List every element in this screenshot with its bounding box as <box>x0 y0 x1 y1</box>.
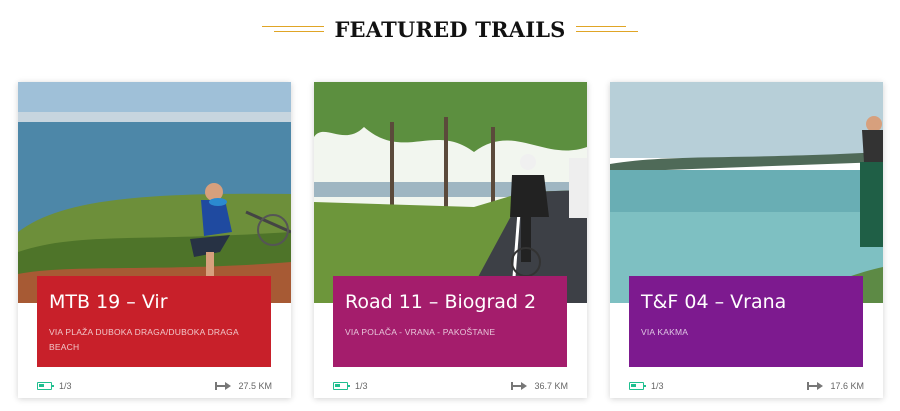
distance-arrow-icon <box>511 382 528 390</box>
trail-subtitle-1: VIA PLAŽA DUBOKA DRAGA/DUBOKA DRAGA BEAC… <box>49 327 239 352</box>
trail-photo-3[interactable] <box>610 82 883 303</box>
trail-title-2[interactable]: Road 11 – Biograd 2 <box>345 291 555 313</box>
distance-value: 17.6 KM <box>830 381 864 391</box>
trail-meta-2: 1/3 36.7 KM <box>333 378 568 394</box>
trail-title-1[interactable]: MTB 19 – Vir <box>49 291 259 313</box>
trail-meta-1: 1/3 27.5 KM <box>37 378 272 394</box>
battery-icon <box>37 382 54 390</box>
difficulty-value: 1/3 <box>651 381 664 391</box>
trail-title-3[interactable]: T&F 04 – Vrana <box>641 291 851 313</box>
trail-card-1[interactable]: MTB 19 – Vir VIA PLAŽA DUBOKA DRAGA/DUBO… <box>18 82 291 398</box>
trail-info-box-2: Road 11 – Biograd 2 VIA POLAČA - VRANA -… <box>333 276 567 367</box>
trail-info-box-1: MTB 19 – Vir VIA PLAŽA DUBOKA DRAGA/DUBO… <box>37 276 271 367</box>
section-heading: FEATURED TRAILS <box>0 14 900 44</box>
distance-value: 27.5 KM <box>238 381 272 391</box>
trail-photo-1[interactable] <box>18 82 291 303</box>
difficulty-value: 1/3 <box>355 381 368 391</box>
distance-arrow-icon <box>215 382 232 390</box>
difficulty-value: 1/3 <box>59 381 72 391</box>
section-title: FEATURED TRAILS <box>334 16 566 42</box>
trail-card-2[interactable]: Road 11 – Biograd 2 VIA POLAČA - VRANA -… <box>314 82 587 398</box>
trail-card-3[interactable]: T&F 04 – Vrana VIA KAKMA 1/3 17.6 KM <box>610 82 883 398</box>
heading-right-decoration <box>575 25 638 33</box>
battery-icon <box>629 382 646 390</box>
trail-info-box-3: T&F 04 – Vrana VIA KAKMA <box>629 276 863 367</box>
trail-photo-2[interactable] <box>314 82 587 303</box>
trail-subtitle-3: VIA KAKMA <box>641 327 689 337</box>
trail-meta-3: 1/3 17.6 KM <box>629 378 864 394</box>
distance-value: 36.7 KM <box>534 381 568 391</box>
distance-arrow-icon <box>807 382 824 390</box>
heading-left-decoration <box>262 25 325 33</box>
battery-icon <box>333 382 350 390</box>
trail-subtitle-2: VIA POLAČA - VRANA - PAKOŠTANE <box>345 327 496 337</box>
